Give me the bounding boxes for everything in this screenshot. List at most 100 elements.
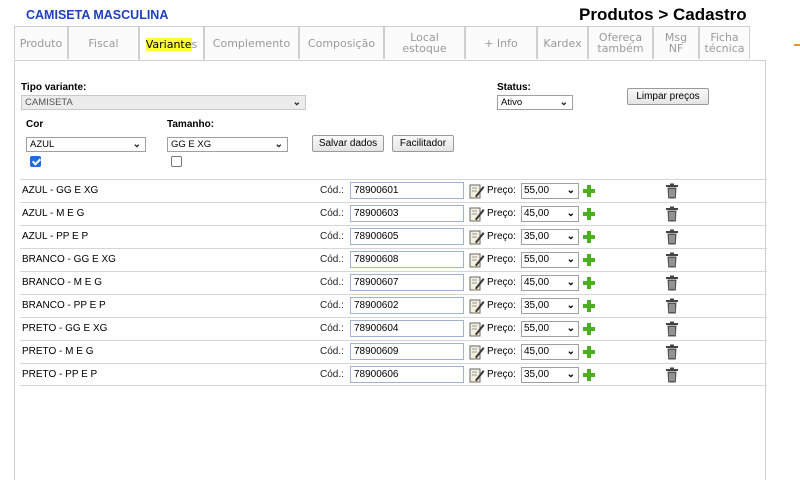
preco-select[interactable]: 35,00 ⌄: [521, 367, 579, 383]
variant-row: AZUL - PP E P Cód.: 78900605 Preço: 35,0…: [20, 225, 767, 248]
preco-select[interactable]: 45,00 ⌄: [521, 206, 579, 222]
cor-select[interactable]: AZUL ⌄: [26, 137, 146, 152]
cod-label: Cód.:: [320, 369, 344, 380]
tab-msg-nf[interactable]: Msg NF: [653, 26, 699, 59]
edit-note-icon[interactable]: [469, 344, 485, 360]
edit-note-icon[interactable]: [469, 252, 485, 268]
tab-label: Local estoque: [402, 31, 447, 55]
tab-ofereca-tambem[interactable]: Ofereça também: [588, 26, 653, 59]
cod-input[interactable]: 78900606: [350, 366, 464, 383]
edit-note-icon[interactable]: [469, 321, 485, 337]
tab-composicao[interactable]: Composição: [299, 26, 384, 59]
cor-checkbox[interactable]: [30, 156, 41, 167]
tipo-variante-select[interactable]: CAMISETA ⌄: [21, 95, 306, 110]
plus-icon[interactable]: [582, 276, 596, 290]
variant-row: PRETO - GG E XG Cód.: 78900604 Preço: 55…: [20, 317, 767, 340]
preco-label: Preço:: [487, 208, 516, 219]
tab-kardex[interactable]: Kardex: [537, 26, 588, 59]
preco-select[interactable]: 45,00 ⌄: [521, 344, 579, 360]
cod-label: Cód.:: [320, 231, 344, 242]
edit-note-icon[interactable]: [469, 229, 485, 245]
cod-input[interactable]: 78900602: [350, 297, 464, 314]
plus-icon[interactable]: [582, 345, 596, 359]
variant-row: BRANCO - M E G Cód.: 78900607 Preço: 45,…: [20, 271, 767, 294]
trash-icon[interactable]: [665, 206, 679, 222]
status-select[interactable]: Ativo ⌄: [497, 95, 573, 110]
variant-row: PRETO - PP E P Cód.: 78900606 Preço: 35,…: [20, 363, 767, 386]
preco-select[interactable]: 35,00 ⌄: [521, 298, 579, 314]
edit-note-icon[interactable]: [469, 367, 485, 383]
trash-icon[interactable]: [665, 252, 679, 268]
tab-local-estoque[interactable]: Local estoque: [384, 26, 465, 59]
variant-name: BRANCO - GG E XG: [22, 254, 116, 265]
edit-note-icon[interactable]: [469, 275, 485, 291]
variant-name: PRETO - GG E XG: [22, 323, 108, 334]
cod-input[interactable]: 78900607: [350, 274, 464, 291]
cod-label: Cód.:: [320, 300, 344, 311]
preco-value: 55,00: [524, 185, 550, 196]
preco-select[interactable]: 55,00 ⌄: [521, 252, 579, 268]
variant-row: AZUL - GG E XG Cód.: 78900601 Preço: 55,…: [20, 179, 767, 202]
variant-row: PRETO - M E G Cód.: 78900609 Preço: 45,0…: [20, 340, 767, 363]
status-value: Ativo: [501, 97, 523, 108]
cod-input[interactable]: 78900605: [350, 228, 464, 245]
variant-row: AZUL - M E G Cód.: 78900603 Preço: 45,00…: [20, 202, 767, 225]
cod-label: Cód.:: [320, 185, 344, 196]
preco-select[interactable]: 45,00 ⌄: [521, 275, 579, 291]
cod-input[interactable]: 78900604: [350, 320, 464, 337]
tab-fiscal[interactable]: Fiscal: [68, 26, 139, 59]
trash-icon[interactable]: [665, 344, 679, 360]
plus-icon[interactable]: [582, 207, 596, 221]
preco-value: 45,00: [524, 208, 550, 219]
tab-produto[interactable]: Produto: [14, 26, 68, 59]
cod-label: Cód.:: [320, 346, 344, 357]
preco-select[interactable]: 35,00 ⌄: [521, 229, 579, 245]
salvar-dados-button[interactable]: Salvar dados: [312, 135, 384, 152]
preco-value: 35,00: [524, 231, 550, 242]
trash-icon[interactable]: [665, 367, 679, 383]
preco-value: 35,00: [524, 369, 550, 380]
plus-icon[interactable]: [582, 322, 596, 336]
edit-note-icon[interactable]: [469, 298, 485, 314]
edit-note-icon[interactable]: [469, 183, 485, 199]
cod-label: Cód.:: [320, 323, 344, 334]
tamanho-checkbox[interactable]: [171, 156, 182, 167]
cor-label: Cor: [26, 119, 44, 130]
tamanho-select[interactable]: GG E XG ⌄: [167, 137, 288, 152]
preco-value: 45,00: [524, 277, 550, 288]
preco-label: Preço:: [487, 346, 516, 357]
trash-icon[interactable]: [665, 275, 679, 291]
cod-input[interactable]: 78900608: [350, 251, 464, 268]
trash-icon[interactable]: [665, 298, 679, 314]
tipo-variante-label: Tipo variante:: [21, 82, 87, 93]
tab-complemento[interactable]: Complemento: [204, 26, 299, 59]
trash-icon[interactable]: [665, 321, 679, 337]
side-accent-mark: [794, 44, 800, 46]
plus-icon[interactable]: [582, 230, 596, 244]
edit-note-icon[interactable]: [469, 206, 485, 222]
plus-icon[interactable]: [582, 299, 596, 313]
limpar-precos-button[interactable]: Limpar preços: [627, 88, 709, 105]
status-label: Status:: [497, 82, 531, 93]
chevron-down-icon: ⌄: [566, 185, 575, 196]
facilitador-button[interactable]: Facilitador: [392, 135, 454, 152]
cod-input[interactable]: 78900601: [350, 182, 464, 199]
variant-row: BRANCO - PP E P Cód.: 78900602 Preço: 35…: [20, 294, 767, 317]
plus-icon[interactable]: [582, 253, 596, 267]
trash-icon[interactable]: [665, 183, 679, 199]
preco-select[interactable]: 55,00 ⌄: [521, 183, 579, 199]
tab-mais-info[interactable]: + Info: [465, 26, 537, 59]
variant-name: BRANCO - M E G: [22, 277, 103, 288]
tamanho-label: Tamanho:: [167, 119, 215, 130]
cod-input[interactable]: 78900609: [350, 343, 464, 360]
tab-ficha-tecnica[interactable]: Ficha técnica: [699, 26, 750, 59]
plus-icon[interactable]: [582, 184, 596, 198]
cod-input[interactable]: 78900603: [350, 205, 464, 222]
trash-icon[interactable]: [665, 229, 679, 245]
tamanho-value: GG E XG: [171, 139, 212, 150]
tab-label: Msg NF: [664, 31, 688, 55]
preco-select[interactable]: 55,00 ⌄: [521, 321, 579, 337]
plus-icon[interactable]: [582, 368, 596, 382]
preco-label: Preço:: [487, 277, 516, 288]
tab-variantes[interactable]: Variantes: [139, 26, 204, 61]
